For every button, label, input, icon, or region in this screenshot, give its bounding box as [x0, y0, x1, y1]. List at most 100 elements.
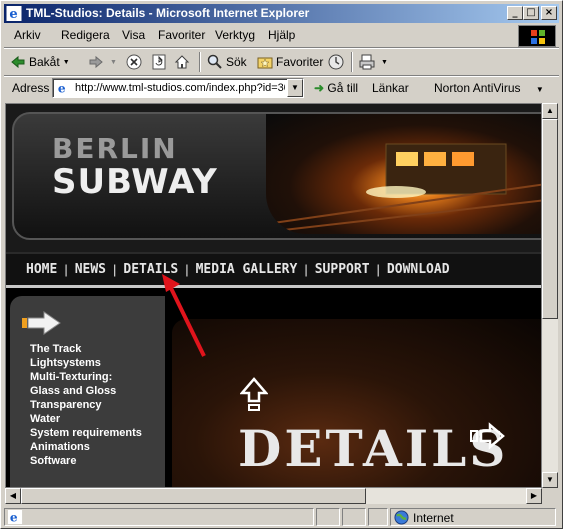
- print-button[interactable]: ▼: [359, 52, 388, 72]
- site-navigation: HOME | NEWS | DETAILS | MEDIA GALLERY | …: [6, 252, 541, 288]
- menu-hjalp[interactable]: Hjälp: [268, 28, 295, 42]
- logo-subway: SUBWAY: [52, 162, 218, 202]
- nav-divider: |: [376, 262, 380, 277]
- details-heading: DETAILS: [238, 419, 509, 478]
- minimize-button[interactable]: _: [507, 6, 523, 20]
- toolbar-separator: [199, 52, 201, 72]
- horizontal-scrollbar[interactable]: ◀ ▶: [5, 488, 542, 504]
- stop-button[interactable]: [126, 52, 145, 72]
- sidebar-link-multi-texturing[interactable]: Multi-Texturing:: [30, 370, 142, 384]
- forward-button[interactable]: ▼: [88, 52, 117, 72]
- nav-divider: |: [113, 262, 117, 277]
- favorites-button[interactable]: Favoriter: [257, 52, 323, 72]
- nav-home[interactable]: HOME: [26, 262, 57, 277]
- go-button[interactable]: ➜ Gå till: [314, 81, 358, 95]
- address-dropdown-icon[interactable]: ▼: [287, 79, 303, 97]
- window-title: TML-Studios: Details - Microsoft Interne…: [26, 6, 310, 20]
- page-status-icon: e: [8, 510, 23, 524]
- favorites-label: Favoriter: [276, 55, 324, 69]
- scroll-right-icon[interactable]: ▶: [526, 488, 542, 504]
- back-arrow-icon: [11, 55, 25, 69]
- svg-text:e: e: [10, 510, 18, 524]
- up-arrow-icon[interactable]: [240, 377, 268, 413]
- sidebar-link-transparency[interactable]: Transparency: [30, 398, 142, 412]
- svg-text:e: e: [9, 7, 17, 21]
- scroll-left-icon[interactable]: ◀: [5, 488, 21, 504]
- back-label: Bakåt: [29, 55, 60, 69]
- status-message: e: [4, 508, 314, 526]
- status-cell: [368, 508, 388, 526]
- search-button[interactable]: Sök: [207, 52, 247, 72]
- history-button[interactable]: [328, 52, 347, 72]
- nav-news[interactable]: NEWS: [75, 262, 106, 277]
- menu-redigera[interactable]: Redigera: [61, 28, 110, 42]
- next-arrow-icon[interactable]: [470, 422, 506, 450]
- menu-arkiv[interactable]: Arkiv: [14, 28, 41, 42]
- details-main-panel: DETAILS: [172, 319, 541, 487]
- norton-dropdown-icon[interactable]: ▼: [536, 85, 544, 94]
- nav-download[interactable]: DOWNLOAD: [387, 262, 450, 277]
- zone-label: Internet: [413, 511, 454, 525]
- maximize-button[interactable]: □: [523, 6, 539, 20]
- search-icon: [207, 54, 222, 69]
- sidebar-link-lightsystems[interactable]: Lightsystems: [30, 356, 142, 370]
- windows-flag-icon: [531, 30, 545, 44]
- train-illustration: [266, 143, 541, 233]
- sidebar-link-animations[interactable]: Animations: [30, 440, 142, 454]
- vertical-scrollbar[interactable]: ▲ ▼: [542, 103, 558, 488]
- sidebar-arrow-icon: [22, 311, 61, 335]
- scrollbar-corner: [542, 488, 558, 504]
- search-label: Sök: [226, 55, 247, 69]
- page-icon: e: [56, 81, 71, 95]
- close-button[interactable]: ×: [541, 6, 557, 20]
- printer-icon: [359, 54, 375, 70]
- toolbar-separator: [351, 52, 353, 72]
- sidebar-link-software[interactable]: Software: [30, 454, 142, 468]
- forward-dropdown-icon[interactable]: ▼: [110, 59, 117, 66]
- print-dropdown-icon[interactable]: ▼: [381, 59, 388, 66]
- address-input[interactable]: e http://www.tml-studios.com/index.php?i…: [52, 78, 304, 98]
- links-toolbar[interactable]: Länkar: [372, 81, 409, 95]
- history-icon: [328, 54, 344, 70]
- nav-divider: |: [304, 262, 308, 277]
- ie-logo-icon: e: [6, 6, 22, 21]
- header-train-image: [266, 114, 541, 234]
- site-header: BERLIN SUBWAY: [6, 104, 541, 252]
- title-bar[interactable]: e TML-Studios: Details - Microsoft Inter…: [4, 4, 559, 23]
- browser-window: e TML-Studios: Details - Microsoft Inter…: [0, 0, 563, 529]
- sidebar-link-water[interactable]: Water: [30, 412, 142, 426]
- back-button[interactable]: Bakåt ▼: [10, 52, 70, 72]
- internet-globe-icon: [394, 510, 409, 525]
- status-cell: [342, 508, 366, 526]
- menu-bar: Arkiv Redigera Visa Favoriter Verktyg Hj…: [4, 24, 514, 46]
- page-viewport[interactable]: BERLIN SUBWAY HOME | NEWS | DETAILS | ME…: [5, 103, 542, 488]
- refresh-icon: [152, 54, 166, 70]
- sidebar-link-system-requirements[interactable]: System requirements: [30, 426, 142, 440]
- windows-throbber: [518, 25, 556, 47]
- refresh-button[interactable]: [151, 52, 170, 72]
- annotation-arrow: [162, 274, 206, 357]
- sidebar-link-the-track[interactable]: The Track: [30, 342, 142, 356]
- norton-antivirus-button[interactable]: Norton AntiVirus ▼: [434, 81, 544, 95]
- address-label: Adress: [12, 81, 50, 95]
- nav-divider: |: [64, 262, 68, 277]
- menu-visa[interactable]: Visa: [122, 28, 145, 42]
- go-label: Gå till: [327, 81, 359, 95]
- address-url: http://www.tml-studios.com/index.php?id=…: [75, 82, 285, 94]
- scroll-down-icon[interactable]: ▼: [542, 472, 558, 488]
- home-button[interactable]: [174, 52, 193, 72]
- sidebar-link-glass-and-gloss[interactable]: Glass and Gloss: [30, 384, 142, 398]
- nav-support[interactable]: SUPPORT: [315, 262, 370, 277]
- vertical-scroll-thumb[interactable]: [542, 119, 558, 319]
- menu-favoriter[interactable]: Favoriter: [158, 28, 205, 42]
- scroll-up-icon[interactable]: ▲: [542, 103, 558, 119]
- back-dropdown-icon[interactable]: ▼: [63, 59, 70, 66]
- sidebar-links: The Track Lightsystems Multi-Texturing: …: [30, 342, 142, 468]
- status-bar: e Internet: [4, 507, 559, 527]
- menu-verktyg[interactable]: Verktyg: [215, 28, 255, 42]
- address-bar: Adress e http://www.tml-studios.com/inde…: [4, 77, 559, 99]
- horizontal-scroll-thumb[interactable]: [21, 488, 366, 504]
- go-arrow-icon: ➜: [314, 81, 325, 95]
- stop-icon: [126, 54, 142, 70]
- favorites-folder-icon: [257, 57, 273, 69]
